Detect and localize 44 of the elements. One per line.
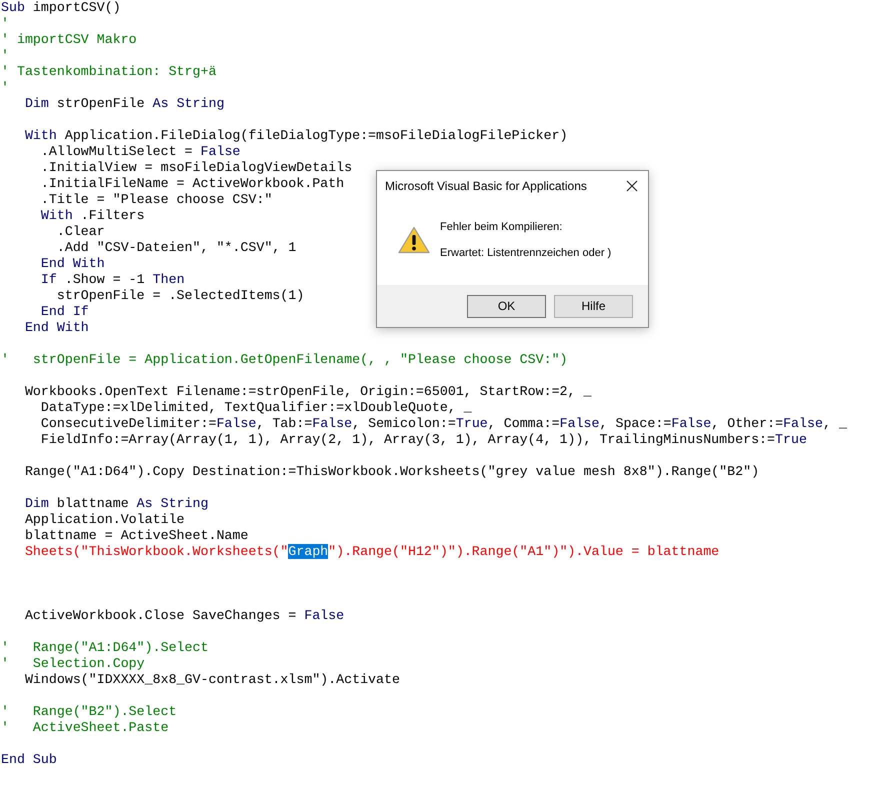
code-line: ' [1,48,9,64]
warning-icon [398,226,430,254]
code-line: .Title = "Please choose CSV:" [40,192,272,208]
code-line: Dim blattname As String [24,496,208,512]
code-line: Windows("IDXXXX_8x8_GV-contrast.xlsm").Activate [24,672,400,688]
close-icon[interactable] [626,180,638,192]
code-line: With Application.FileDialog(fileDialogType:=msoFileDialogFilePicker) [24,128,568,144]
error-message: Erwartet: Listentrennzeichen oder ) [440,247,612,259]
code-line: ' Tastenkombination: Strg+ä [1,64,216,80]
code-line: ' Range("A1:D64").Select [1,640,208,656]
code-line: ' strOpenFile = Application.GetOpenFilename(, , "Please choose CSV:") [1,352,568,368]
code-line: Workbooks.OpenText Filename:=strOpenFile, Origin:=65001, StartRow:=2, _ [24,384,592,400]
code-line: Application.Volatile [24,512,185,528]
code-line: ' Range("B2").Select [1,704,177,720]
code-line: ConsecutiveDelimiter:=False, Tab:=False, Semicolon:=True, Comma:=False, Space:=False, Other:=False, _ [40,416,847,432]
code-line: .AllowMultiSelect = False [40,144,240,160]
code-line: End Sub [1,752,57,768]
code-line: DataType:=xlDelimited, TextQualifier:=xlDoubleQuote, _ [40,400,472,416]
code-line: Range("A1:D64").Copy Destination:=ThisWorkbook.Worksheets("grey value mesh 8x8").Range("B2") [24,464,760,480]
dialog-button[interactable]: OK [467,294,546,318]
code-line: strOpenFile = .SelectedItems(1) [56,288,304,304]
code-line: Dim strOpenFile As String [24,96,224,112]
code-line: .InitialFileName = ActiveWorkbook.Path [40,176,344,192]
code-line: blattname = ActiveSheet.Name [24,528,248,544]
code-line: End With [40,256,105,272]
code-line: End If [40,304,89,320]
code-line: .InitialView = msoFileDialogViewDetails [40,160,352,176]
code-line: End With [24,320,89,336]
error-message: Fehler beim Kompilieren: [440,221,564,233]
code-line: Sheets("ThisWorkbook.Worksheets("Graph").Range("H12")").Range("A1")").Value = blattname [24,544,720,560]
code-line: ' [1,16,9,32]
code-line: .Clear [56,224,105,240]
code-line: ActiveWorkbook.Close SaveChanges = False [24,608,344,624]
code-line: ' Selection.Copy [1,656,145,672]
code-line: Sub importCSV() [1,0,121,16]
code-line: ' ActiveSheet.Paste [1,720,169,736]
code-line: ' importCSV Makro [1,32,137,48]
code-line: FieldInfo:=Array(Array(1, 1), Array(2, 1), Array(3, 1), Array(4, 1)), TrailingMinusNumbers:=True [40,432,807,448]
code-line: ' [1,80,9,96]
code-line: .Add "CSV-Dateien", "*.CSV", 1 [56,240,296,256]
code-line: If .Show = -1 Then [40,272,185,288]
code-line: With .Filters [40,208,145,224]
dialog-title: Microsoft Visual Basic for Applications [385,179,587,193]
dialog-button[interactable]: Hilfe [554,294,633,318]
